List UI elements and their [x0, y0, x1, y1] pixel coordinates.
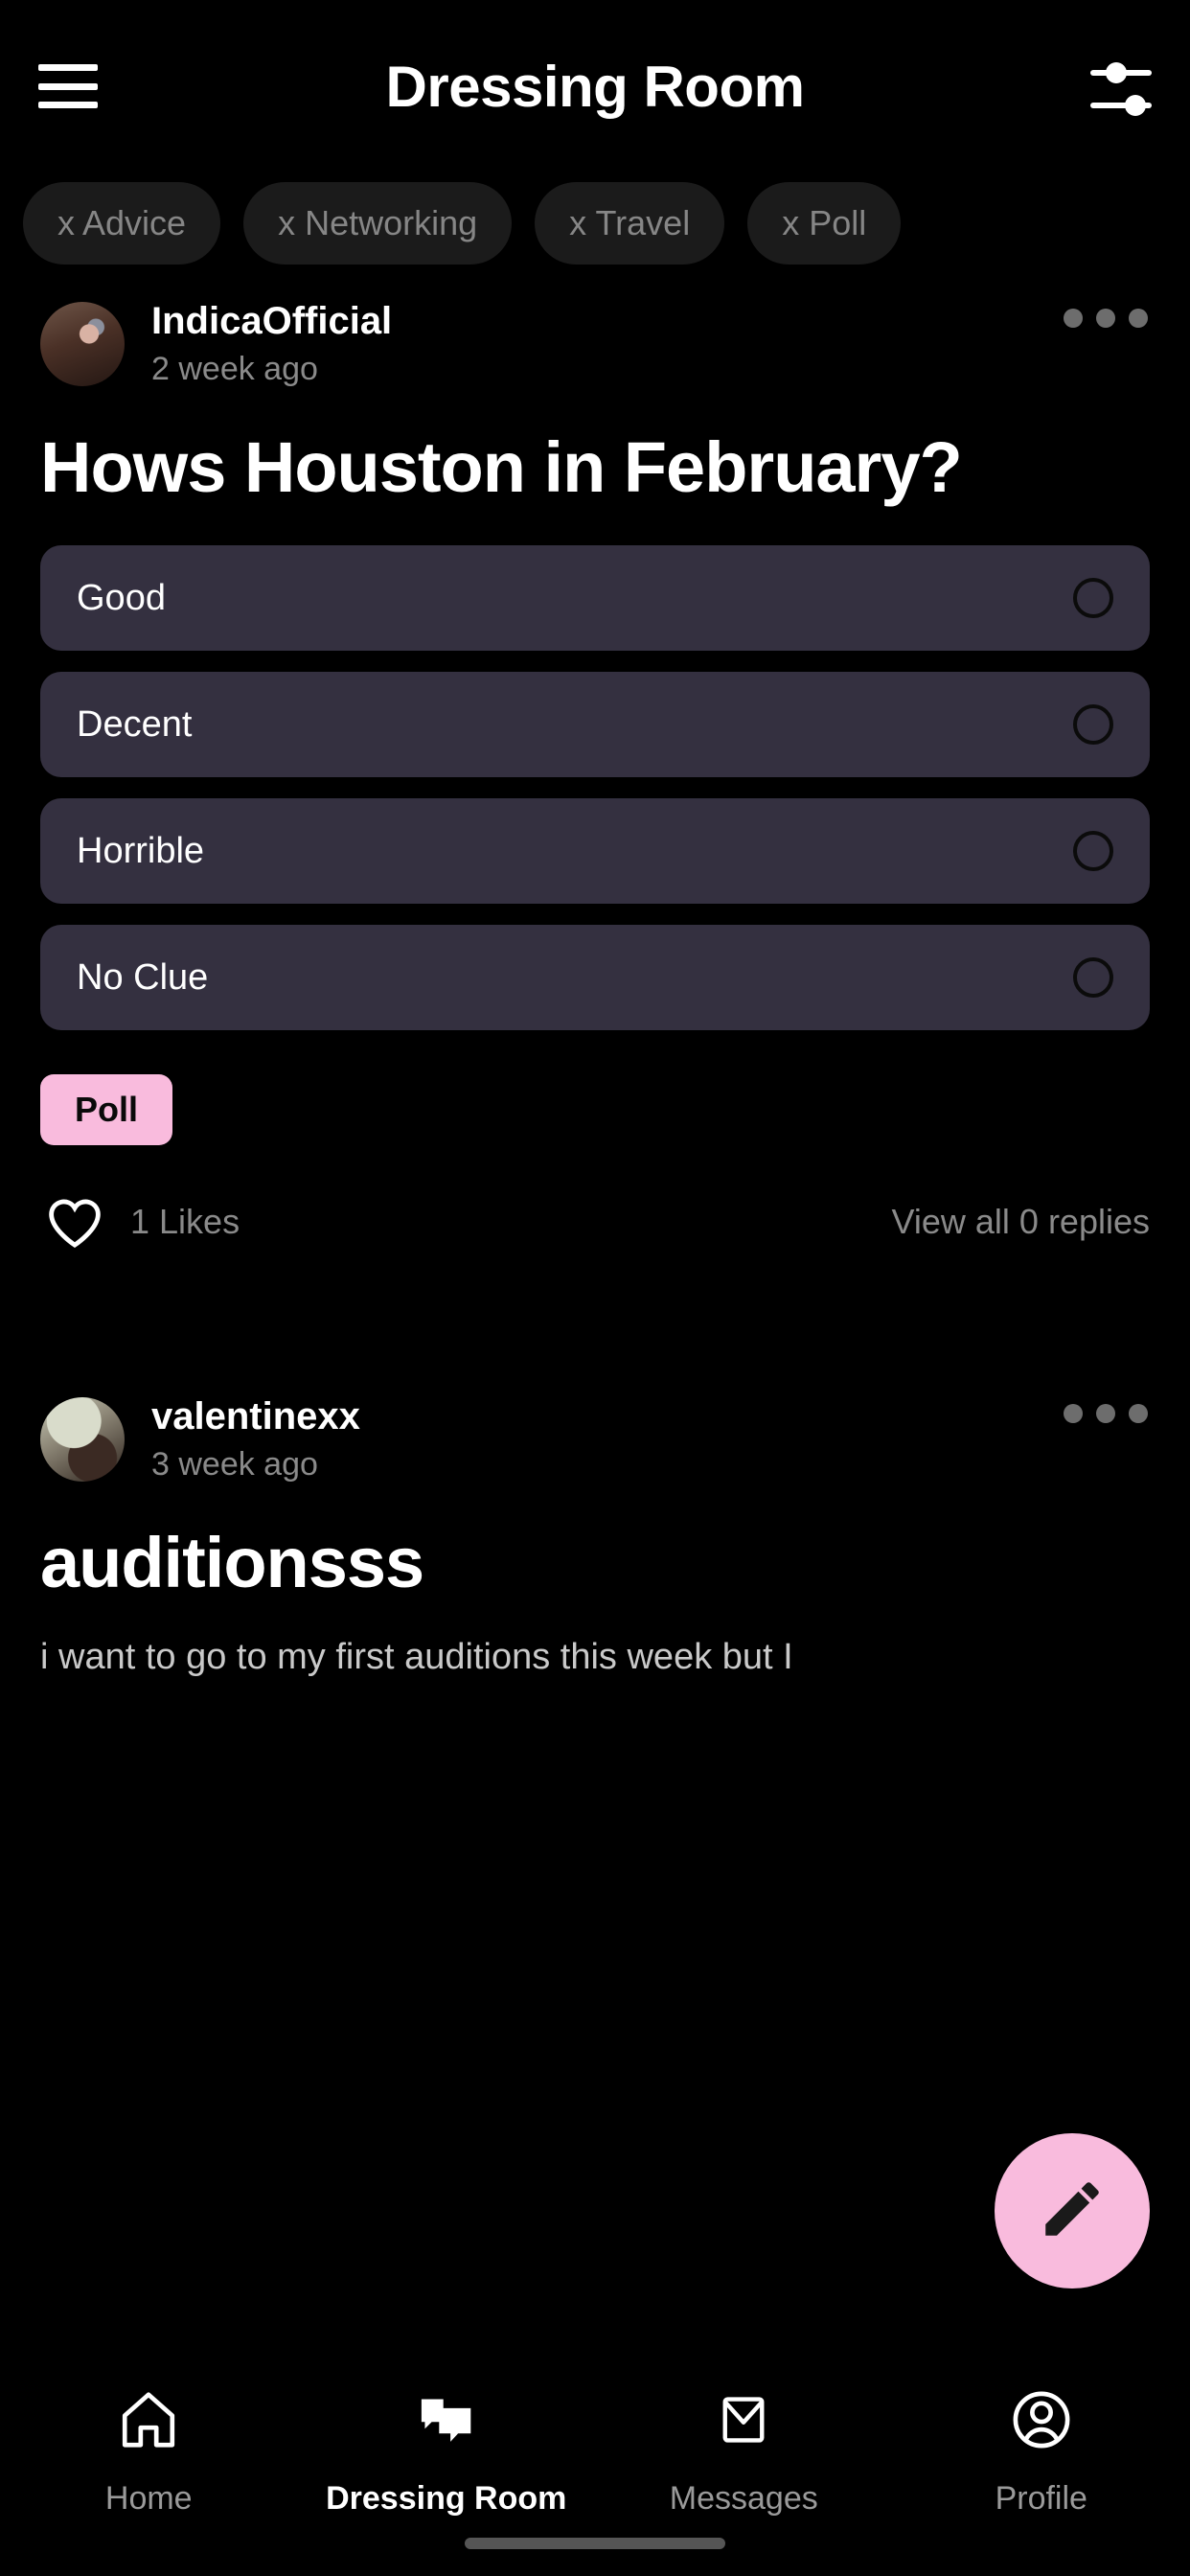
poll-option-decent[interactable]: Decent — [40, 672, 1150, 777]
filter-chip-row: x Advice x Networking x Travel x Poll — [0, 172, 1190, 274]
post-timestamp: 3 week ago — [151, 1446, 318, 1483]
poll-radio-icon[interactable] — [1073, 704, 1113, 745]
avatar[interactable] — [40, 1396, 125, 1482]
avatar[interactable] — [40, 301, 125, 386]
poll-radio-icon[interactable] — [1073, 578, 1113, 618]
nav-label: Profile — [995, 2480, 1087, 2517]
post-body: i want to go to my first auditions this … — [40, 1637, 793, 1677]
poll-option-horrible[interactable]: Horrible — [40, 798, 1150, 904]
post-author-block: valentinexx 3 week ago — [151, 1394, 360, 1484]
filter-chip-travel[interactable]: x Travel — [535, 182, 725, 264]
dot — [1096, 309, 1115, 328]
nav-label: Dressing Room — [326, 2480, 567, 2517]
poll-option-label: No Clue — [77, 956, 209, 998]
hamburger-bar — [38, 102, 98, 108]
poll-option-no-clue[interactable]: No Clue — [40, 925, 1150, 1030]
post-card: valentinexx 3 week ago auditionsss i wan… — [0, 1369, 1190, 1682]
post-timestamp: 2 week ago — [151, 351, 318, 387]
post-tag-badge[interactable]: Poll — [40, 1074, 173, 1145]
filter-chip-poll[interactable]: x Poll — [747, 182, 902, 264]
hamburger-menu-icon[interactable] — [38, 64, 98, 108]
hamburger-bar — [38, 64, 98, 71]
post-overflow-menu-icon[interactable] — [1064, 309, 1148, 328]
filter-chip-networking[interactable]: x Networking — [243, 182, 513, 264]
app-screen: Dressing Room x Advice x Networking x Tr… — [0, 0, 1190, 2576]
poll-option-label: Decent — [77, 703, 193, 745]
slider-knob — [1125, 95, 1146, 116]
view-replies-link[interactable]: View all 0 replies — [892, 1202, 1150, 1242]
compose-fab-button[interactable] — [995, 2133, 1150, 2288]
nav-item-messages[interactable]: Messages — [595, 2384, 893, 2518]
nav-item-profile[interactable]: Profile — [893, 2384, 1190, 2518]
post-title: auditionsss — [40, 1523, 424, 1602]
dot — [1129, 1404, 1148, 1423]
dot — [1096, 1404, 1115, 1423]
pencil-edit-icon — [1037, 2174, 1108, 2249]
app-header: Dressing Room — [0, 0, 1190, 172]
filter-chip-advice[interactable]: x Advice — [23, 182, 221, 264]
post-username[interactable]: IndicaOfficial — [151, 299, 392, 343]
post-header: IndicaOfficial 2 week ago — [40, 274, 1150, 388]
nav-label: Messages — [669, 2480, 818, 2517]
nav-item-dressing-room[interactable]: Dressing Room — [298, 2384, 596, 2518]
poll-radio-icon[interactable] — [1073, 957, 1113, 998]
page-title: Dressing Room — [385, 54, 805, 119]
home-icon — [115, 2384, 182, 2455]
poll-options: Good Decent Horrible No Clue — [40, 545, 1150, 1030]
nav-label: Home — [104, 2480, 193, 2517]
post-feed[interactable]: IndicaOfficial 2 week ago Hows Houston i… — [0, 274, 1190, 2358]
hamburger-bar — [38, 82, 98, 90]
post-username[interactable]: valentinexx — [151, 1394, 360, 1438]
poll-option-label: Horrible — [77, 830, 205, 871]
heart-like-icon[interactable] — [40, 1189, 109, 1254]
sliders-filter-icon[interactable] — [1090, 53, 1152, 120]
chat-bubbles-icon — [415, 2384, 478, 2455]
nav-item-home[interactable]: Home — [0, 2384, 298, 2518]
person-circle-icon — [1008, 2384, 1075, 2455]
home-indicator — [465, 2538, 725, 2549]
slider-knob — [1106, 62, 1127, 83]
post-overflow-menu-icon[interactable] — [1064, 1404, 1148, 1423]
post-divider — [0, 1254, 1190, 1369]
post-header: valentinexx 3 week ago — [40, 1369, 1150, 1484]
poll-radio-icon[interactable] — [1073, 831, 1113, 871]
post-action-row: 1 Likes View all 0 replies — [40, 1189, 1150, 1254]
envelope-icon — [712, 2384, 775, 2455]
poll-option-good[interactable]: Good — [40, 545, 1150, 651]
poll-option-label: Good — [77, 577, 166, 618]
dot — [1129, 309, 1148, 328]
like-count: 1 Likes — [130, 1202, 240, 1241]
post-author-block: IndicaOfficial 2 week ago — [151, 299, 392, 388]
dot — [1064, 309, 1083, 328]
dot — [1064, 1404, 1083, 1423]
post-title: Hows Houston in February? — [40, 427, 963, 507]
post-card: IndicaOfficial 2 week ago Hows Houston i… — [0, 274, 1190, 1254]
